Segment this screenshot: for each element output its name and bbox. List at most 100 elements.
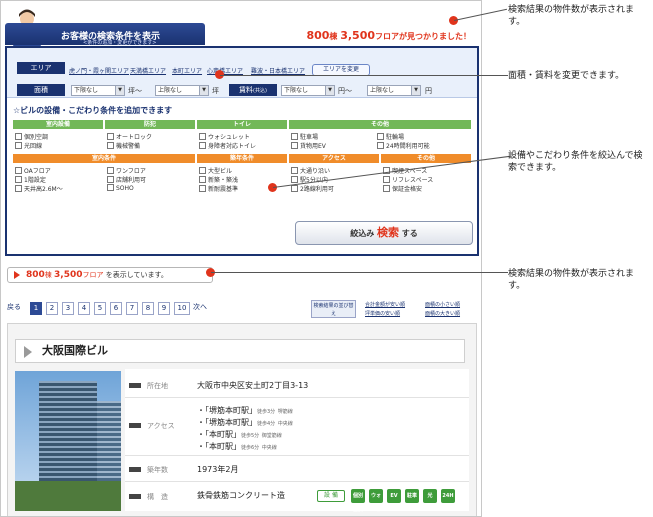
checkbox[interactable]: 大通り沿い xyxy=(291,166,330,175)
size-lower-select[interactable]: 下限なし ▼ xyxy=(71,85,125,96)
area-link-5[interactable]: 難波・日本橋エリア xyxy=(251,66,305,75)
checkbox[interactable]: 24時間利用可能 xyxy=(377,141,430,150)
page-1[interactable]: 1 xyxy=(30,302,42,315)
checkbox[interactable]: ウォシュレット xyxy=(199,132,250,141)
sort-link[interactable]: 合計金額が安い順 xyxy=(365,301,405,308)
checkbox[interactable]: SOHO xyxy=(107,184,134,192)
area-link-1[interactable]: 虎ノ門・霞ヶ関エリア xyxy=(69,66,129,75)
area-link-2[interactable]: 天満橋エリア xyxy=(130,66,166,75)
chevron-down-icon: ▼ xyxy=(199,86,208,95)
building-photo-trees xyxy=(15,481,121,511)
divider xyxy=(125,481,469,482)
facilities-title: ☆ビルの設備・こだわり条件を追加できます xyxy=(13,106,173,115)
rent-upper-select[interactable]: 上限なし ▼ xyxy=(367,85,421,96)
divider xyxy=(125,455,469,456)
rent-unit-from: 円～ xyxy=(338,87,352,95)
area-link-4[interactable]: 心斎橋エリア xyxy=(207,66,243,75)
callout-line xyxy=(220,75,508,76)
page-8[interactable]: 8 xyxy=(142,302,154,315)
arrow-right-icon xyxy=(14,271,20,279)
result-count-bar: 800棟 3,500フロア を表示しています。 xyxy=(7,267,213,283)
built-value: 1973年2月 xyxy=(197,465,239,474)
group-header: 防犯 xyxy=(105,120,195,129)
fiber-icon: 光 xyxy=(423,489,437,503)
checkbox[interactable]: 大型ビル xyxy=(199,166,232,175)
annotation-3: 設備やこだわり条件を絞込んで検索できます。 xyxy=(508,151,643,173)
checkbox[interactable]: 天井高2.6M～ xyxy=(15,184,63,193)
24h-icon: 24H xyxy=(441,489,455,503)
divider xyxy=(125,397,469,398)
search-panel: エリア 虎ノ門・霞ヶ関エリア 天満橋エリア 本町エリア 心斎橋エリア 難波・日本… xyxy=(5,46,479,256)
checkbox[interactable]: 駐輪場 xyxy=(377,132,404,141)
access-item: ・「堺筋本町駅」徒歩3分 堺筋線 xyxy=(197,406,293,415)
callout-line xyxy=(211,272,508,273)
washlet-icon: ウォシュ xyxy=(369,489,383,513)
group-header: 室内条件 xyxy=(13,154,195,163)
chevron-down-icon: ▼ xyxy=(411,86,420,95)
sort-box: 検索結果の並び替え xyxy=(311,300,356,318)
access-label: アクセス xyxy=(125,421,185,431)
page-2[interactable]: 2 xyxy=(46,302,58,315)
checkbox[interactable]: 2路線利用可 xyxy=(291,184,334,193)
size-upper-select[interactable]: 上限なし ▼ xyxy=(155,85,209,96)
access-item: ・「本町駅」徒歩5分 御堂筋線 xyxy=(197,430,282,439)
building-name[interactable]: 大阪国際ビル xyxy=(15,339,465,363)
access-item: ・「堺筋本町駅」徒歩4分 中央線 xyxy=(197,418,293,427)
group-header: 室内設備 xyxy=(13,120,103,129)
annotation-1: 検索結果の物件数が表示されます。 xyxy=(508,5,635,27)
group-header: アクセス xyxy=(289,154,379,163)
checkbox[interactable]: 機械警備 xyxy=(107,141,140,150)
checkbox[interactable]: 貨物用EV xyxy=(291,141,326,150)
elevator-icon: EV xyxy=(387,489,401,503)
prev-page-link[interactable]: 戻る xyxy=(7,302,21,312)
group-header: 築年条件 xyxy=(197,154,287,163)
checkbox[interactable]: 新築・築浅 xyxy=(199,175,238,184)
page-10[interactable]: 10 xyxy=(174,302,190,315)
page-7[interactable]: 7 xyxy=(126,302,138,315)
area-label: エリア xyxy=(17,62,65,74)
checkbox[interactable]: ワンフロア xyxy=(107,166,146,175)
air-conditioning-icon: 個別空調 xyxy=(351,489,365,513)
group-header: トイレ xyxy=(197,120,287,129)
address-label: 所在地 xyxy=(125,381,185,391)
checkbox[interactable]: 店舗利用可 xyxy=(107,175,146,184)
checkbox[interactable]: 新耐震基準 xyxy=(199,184,238,193)
structure-value: 鉄骨鉄筋コンクリート造 xyxy=(197,491,285,500)
annotation-4: 検索結果の物件数が表示されます。 xyxy=(508,269,635,291)
size-unit-to: 坪 xyxy=(212,87,219,95)
annotation-2: 面積・賃料を変更できます。 xyxy=(508,71,625,81)
page-4[interactable]: 4 xyxy=(78,302,90,315)
next-page-link[interactable]: 次へ xyxy=(193,302,207,312)
page-9[interactable]: 9 xyxy=(158,302,170,315)
page-3[interactable]: 3 xyxy=(62,302,74,315)
refine-search-button[interactable]: 絞込み 検索 する xyxy=(295,221,473,245)
sort-link[interactable]: 面積の大きい順 xyxy=(425,310,460,317)
screenshot-frame: お客様の検索条件を表示 <条件の追加・変更ができます> 800棟 3,500フロ… xyxy=(0,0,482,517)
checkbox[interactable]: オートロック xyxy=(107,132,152,141)
address-value: 大阪市中央区安土町2丁目3-13 xyxy=(197,381,309,390)
checkbox[interactable]: 駐車場 xyxy=(291,132,318,141)
built-label: 築年数 xyxy=(125,465,185,475)
area-link-3[interactable]: 本町エリア xyxy=(172,66,202,75)
sort-link[interactable]: 坪単価の安い順 xyxy=(365,310,400,317)
checkbox[interactable]: 個別空調 xyxy=(15,132,48,141)
facility-label: 設 備 xyxy=(317,490,345,502)
access-item: ・「本町駅」徒歩6分 中央線 xyxy=(197,442,277,451)
checkbox[interactable]: 1階設定 xyxy=(15,175,46,184)
parking-icon: 駐車 xyxy=(405,489,419,503)
checkbox[interactable]: 保証金格安 xyxy=(383,184,422,193)
header-subtitle: <条件の追加・変更ができます> xyxy=(83,40,157,46)
size-unit-from: 坪～ xyxy=(128,87,142,95)
checkbox[interactable]: 光回線 xyxy=(15,141,42,150)
checkbox[interactable]: 身障者対応トイレ xyxy=(199,141,256,150)
checkbox[interactable]: リフレスペース xyxy=(383,175,433,184)
page-6[interactable]: 6 xyxy=(110,302,122,315)
checkbox[interactable]: OAフロア xyxy=(15,166,51,175)
structure-label: 構 造 xyxy=(125,492,185,502)
size-label: 面積 xyxy=(17,84,65,96)
sort-link[interactable]: 面積の小さい順 xyxy=(425,301,460,308)
group-header: その他 xyxy=(289,120,471,129)
rent-lower-select[interactable]: 下限なし ▼ xyxy=(281,85,335,96)
page-5[interactable]: 5 xyxy=(94,302,106,315)
chevron-down-icon: ▼ xyxy=(115,86,124,95)
